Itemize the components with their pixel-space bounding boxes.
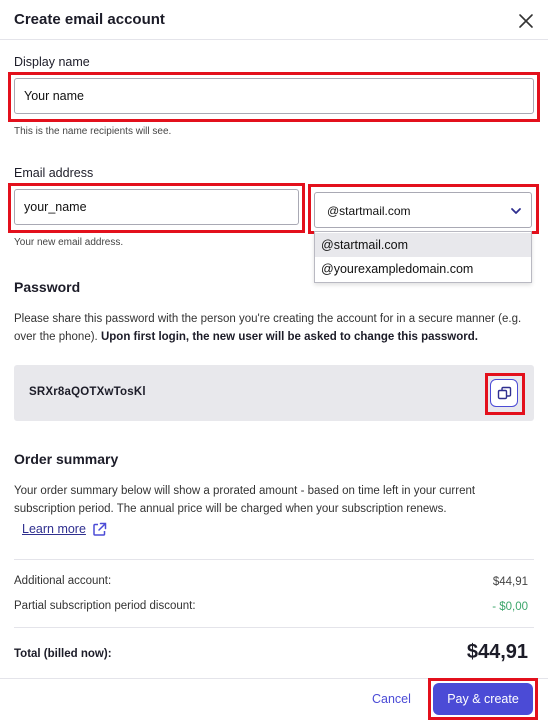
display-name-label: Display name <box>14 55 90 69</box>
total-value: $44,91 <box>466 641 528 663</box>
display-name-hint: This is the name recipients will see. <box>14 126 172 137</box>
divider <box>14 559 534 560</box>
order-summary-description: Your order summary below will show a pro… <box>14 485 476 515</box>
divider <box>14 627 534 628</box>
discount-value: - $0,00 <box>492 601 528 613</box>
additional-account-label: Additional account: <box>14 575 112 587</box>
password-panel: SRXr8aQOTXwTosKl <box>14 365 534 421</box>
domain-dropdown-list: @startmail.com @yourexampledomain.com <box>314 231 532 283</box>
dialog-title: Create email account <box>14 11 165 28</box>
generated-password: SRXr8aQOTXwTosKl <box>29 386 146 398</box>
domain-option-startmail[interactable]: @startmail.com <box>315 233 531 257</box>
dialog-header: Create email account <box>0 0 548 40</box>
copy-password-button[interactable] <box>490 379 518 407</box>
discount-label: Partial subscription period discount: <box>14 600 196 612</box>
email-username-input[interactable] <box>14 189 299 225</box>
password-description: Please share this password with the pers… <box>14 310 536 346</box>
password-description-bold: Upon first login, the new user will be a… <box>100 331 478 343</box>
pay-and-create-button[interactable]: Pay & create <box>433 683 533 715</box>
external-link-icon[interactable] <box>92 522 107 537</box>
additional-account-value: $44,91 <box>492 576 528 588</box>
email-address-hint: Your new email address. <box>14 237 124 248</box>
password-section-title: Password <box>14 279 81 295</box>
display-name-input[interactable] <box>14 78 534 114</box>
chevron-down-icon <box>511 208 521 214</box>
copy-icon <box>497 386 512 400</box>
close-icon[interactable] <box>515 10 537 32</box>
domain-select[interactable]: @startmail.com <box>314 192 532 228</box>
learn-more-link[interactable]: Learn more <box>22 522 86 536</box>
order-summary-title: Order summary <box>14 451 119 467</box>
total-label: Total (billed now): <box>14 648 112 660</box>
cancel-button[interactable]: Cancel <box>372 692 411 706</box>
email-address-label: Email address <box>14 166 94 180</box>
domain-option-custom[interactable]: @yourexampledomain.com <box>315 257 531 281</box>
domain-select-value: @startmail.com <box>327 204 411 218</box>
